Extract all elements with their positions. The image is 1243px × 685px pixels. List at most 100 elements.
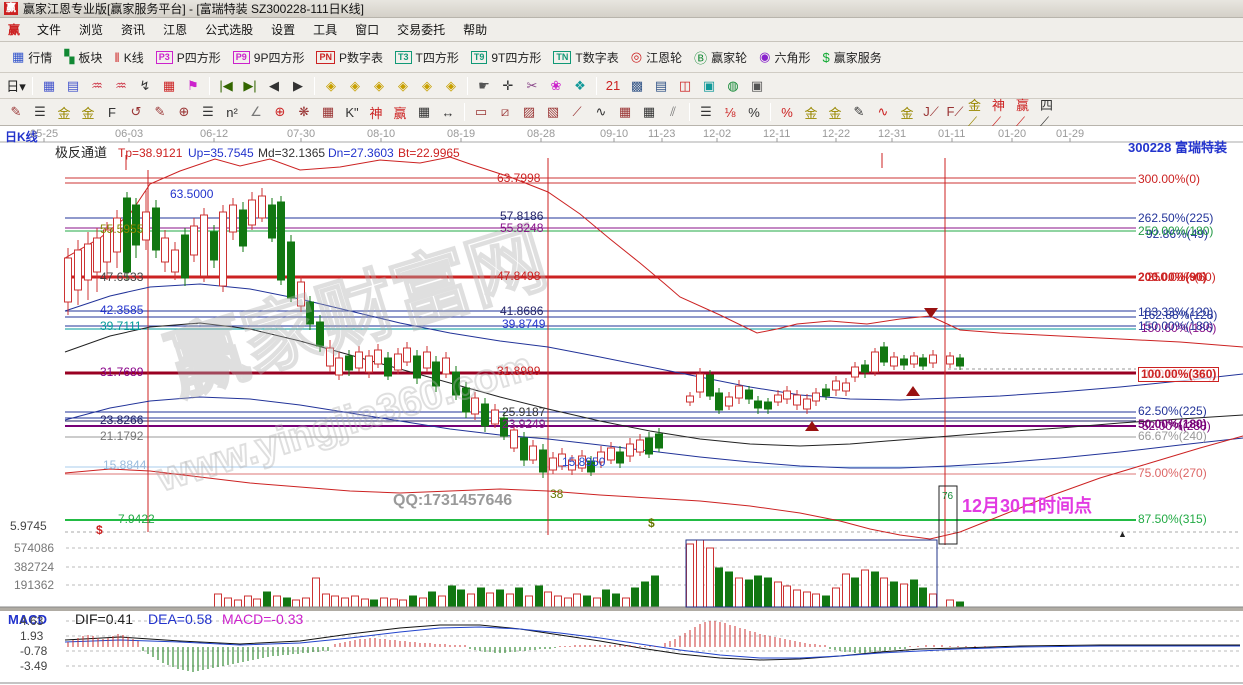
target-circle-icon[interactable]: ⊕: [269, 102, 291, 122]
menu-item-0[interactable]: 文件: [28, 20, 70, 40]
gann-clock-icon[interactable]: ⊕: [173, 102, 195, 122]
menu-item-9[interactable]: 帮助: [454, 20, 496, 40]
switch-tool-icon[interactable]: ↯: [134, 76, 156, 96]
toolbar-button-quotes-grid[interactable]: ▦行情: [6, 47, 58, 68]
flag-icon[interactable]: ⚑: [182, 76, 204, 96]
toolbar-button-t9-square[interactable]: T99T四方形: [465, 47, 548, 68]
percent-icon[interactable]: %: [743, 102, 765, 122]
gold-angle-icon[interactable]: 金: [896, 102, 918, 122]
step-back-icon[interactable]: ◀: [263, 76, 285, 96]
wave-red-icon[interactable]: ∿: [872, 102, 894, 122]
menu-item-3[interactable]: 江恩: [154, 20, 196, 40]
gold-ray-icon[interactable]: 金⟋: [968, 102, 990, 122]
scissors-icon[interactable]: ✂: [521, 76, 543, 96]
toolbar-separator: [32, 77, 33, 95]
save-disk-icon[interactable]: ◫: [674, 76, 696, 96]
diamond-all-icon[interactable]: ◈: [440, 76, 462, 96]
four-angle-icon[interactable]: 四⟋: [1040, 102, 1062, 122]
toolbar-button-sector-blocks[interactable]: ▚板块: [58, 47, 108, 68]
crosshair-icon[interactable]: ✛: [497, 76, 519, 96]
shen-angle-icon[interactable]: 神⟋: [992, 102, 1014, 122]
flower-icon[interactable]: ❀: [545, 76, 567, 96]
playback-start-icon[interactable]: |◀: [215, 76, 237, 96]
shen-tool-icon[interactable]: 神: [365, 102, 387, 122]
menu-item-8[interactable]: 交易委托: [388, 20, 454, 40]
fan-lines-icon[interactable]: ⧄: [494, 102, 516, 122]
gold-circle-icon[interactable]: 金: [800, 102, 822, 122]
toolbar-button-t-number-table[interactable]: TNT数字表: [547, 47, 624, 68]
toolbar-separator: [596, 77, 597, 95]
fibonacci-icon[interactable]: F: [101, 102, 123, 122]
diamond-v-icon[interactable]: ◈: [416, 76, 438, 96]
menu-item-4[interactable]: 公式选股: [196, 20, 262, 40]
fence-lines-icon[interactable]: ☰: [29, 102, 51, 122]
playback-end-icon[interactable]: ▶|: [239, 76, 261, 96]
toolbar-button-p9-square[interactable]: P99P四方形: [227, 47, 311, 68]
ray-pencil-icon[interactable]: ⟋: [566, 102, 588, 122]
toolbar-button-kline[interactable]: ‖K线: [108, 47, 149, 68]
monitor-icon[interactable]: ▣: [698, 76, 720, 96]
win-angle-icon[interactable]: 赢⟋: [1016, 102, 1038, 122]
calendar-21-icon[interactable]: 21: [602, 76, 624, 96]
toolbar-button-p-square[interactable]: P3P四方形: [150, 47, 227, 68]
grid-lines-icon[interactable]: ☰: [197, 102, 219, 122]
toolbar-button-gann-wheel[interactable]: ◎江恩轮: [625, 47, 688, 68]
red-texture-icon[interactable]: ▧: [542, 102, 564, 122]
wave3-icon[interactable]: ♒: [86, 76, 108, 96]
ink-pen-icon[interactable]: ✎: [848, 102, 870, 122]
spider-web-icon[interactable]: ❋: [293, 102, 315, 122]
red-grid-icon[interactable]: ▦: [158, 76, 180, 96]
step-forward-icon[interactable]: ▶: [287, 76, 309, 96]
hand-tool-icon[interactable]: ☛: [473, 76, 495, 96]
title-bar[interactable]: 赢 赢家江恩专业版[赢家服务平台] - [富瑞特装 SZ300228-111日K…: [0, 0, 1243, 18]
menu-item-5[interactable]: 设置: [262, 20, 304, 40]
diag-hatch-icon[interactable]: ⫽: [662, 102, 684, 122]
menu-item-1[interactable]: 浏览: [70, 20, 112, 40]
red-mesh-icon[interactable]: ▦: [614, 102, 636, 122]
grid-123-icon[interactable]: ▦: [413, 102, 435, 122]
toolbar-button-p-number-table[interactable]: PNP数字表: [310, 47, 389, 68]
toolbar-button-hexagon[interactable]: ◉六角形: [753, 47, 816, 68]
gold-split2-icon[interactable]: 金: [77, 102, 99, 122]
fraction-icon[interactable]: ⅛: [719, 102, 741, 122]
h-span-icon[interactable]: ↔: [437, 102, 459, 122]
mesh2-icon[interactable]: ▦: [638, 102, 660, 122]
toolbar-button-label: 9P四方形: [254, 49, 305, 66]
menu-item-7[interactable]: 窗口: [346, 20, 388, 40]
menu-item-6[interactable]: 工具: [304, 20, 346, 40]
gold-line-icon[interactable]: 金: [824, 102, 846, 122]
pencil-tool-icon[interactable]: ✎: [5, 102, 27, 122]
wave9-icon[interactable]: ♒: [110, 76, 132, 96]
f-angle-icon[interactable]: F⟋: [944, 102, 966, 122]
web-grid-icon[interactable]: ▦: [317, 102, 339, 122]
toolbar-button-winner-wheel[interactable]: Ⓑ赢家轮: [688, 46, 753, 69]
frame-box-icon[interactable]: ▭: [470, 102, 492, 122]
win-tool-icon[interactable]: 赢: [389, 102, 411, 122]
spiral-icon[interactable]: ↺: [125, 102, 147, 122]
remote-pc-icon[interactable]: ▣: [746, 76, 768, 96]
diamond-x-icon[interactable]: ◈: [392, 76, 414, 96]
brush-icon[interactable]: ✎: [149, 102, 171, 122]
diamond-left-icon[interactable]: ◈: [320, 76, 342, 96]
percent-bar-icon[interactable]: %: [776, 102, 798, 122]
cycle-icon[interactable]: ❖: [569, 76, 591, 96]
gold-split-icon[interactable]: 金: [53, 102, 75, 122]
angle-tool-icon[interactable]: ∠: [245, 102, 267, 122]
red-hatch-icon[interactable]: ▨: [518, 102, 540, 122]
toolbar-button-winner-service[interactable]: $赢家服务: [816, 47, 887, 68]
zigzag-icon[interactable]: ∿: [590, 102, 612, 122]
diamond-right-icon[interactable]: ◈: [344, 76, 366, 96]
stock-list-icon[interactable]: ▤: [62, 76, 84, 96]
calculator-icon[interactable]: ▩: [626, 76, 648, 96]
period-day-dropdown[interactable]: 日▾: [5, 76, 27, 96]
globe-icon[interactable]: ◍: [722, 76, 744, 96]
k-mark-icon[interactable]: K": [341, 102, 363, 122]
n-square-icon[interactable]: n²: [221, 102, 243, 122]
window-grid-icon[interactable]: ▦: [38, 76, 60, 96]
toolbar-button-t-square[interactable]: T3T四方形: [389, 47, 465, 68]
j-angle-icon[interactable]: J⟋: [920, 102, 942, 122]
menu-item-2[interactable]: 资讯: [112, 20, 154, 40]
diamond-h-icon[interactable]: ◈: [368, 76, 390, 96]
list-steps-icon[interactable]: ☰: [695, 102, 717, 122]
notes-icon[interactable]: ▤: [650, 76, 672, 96]
